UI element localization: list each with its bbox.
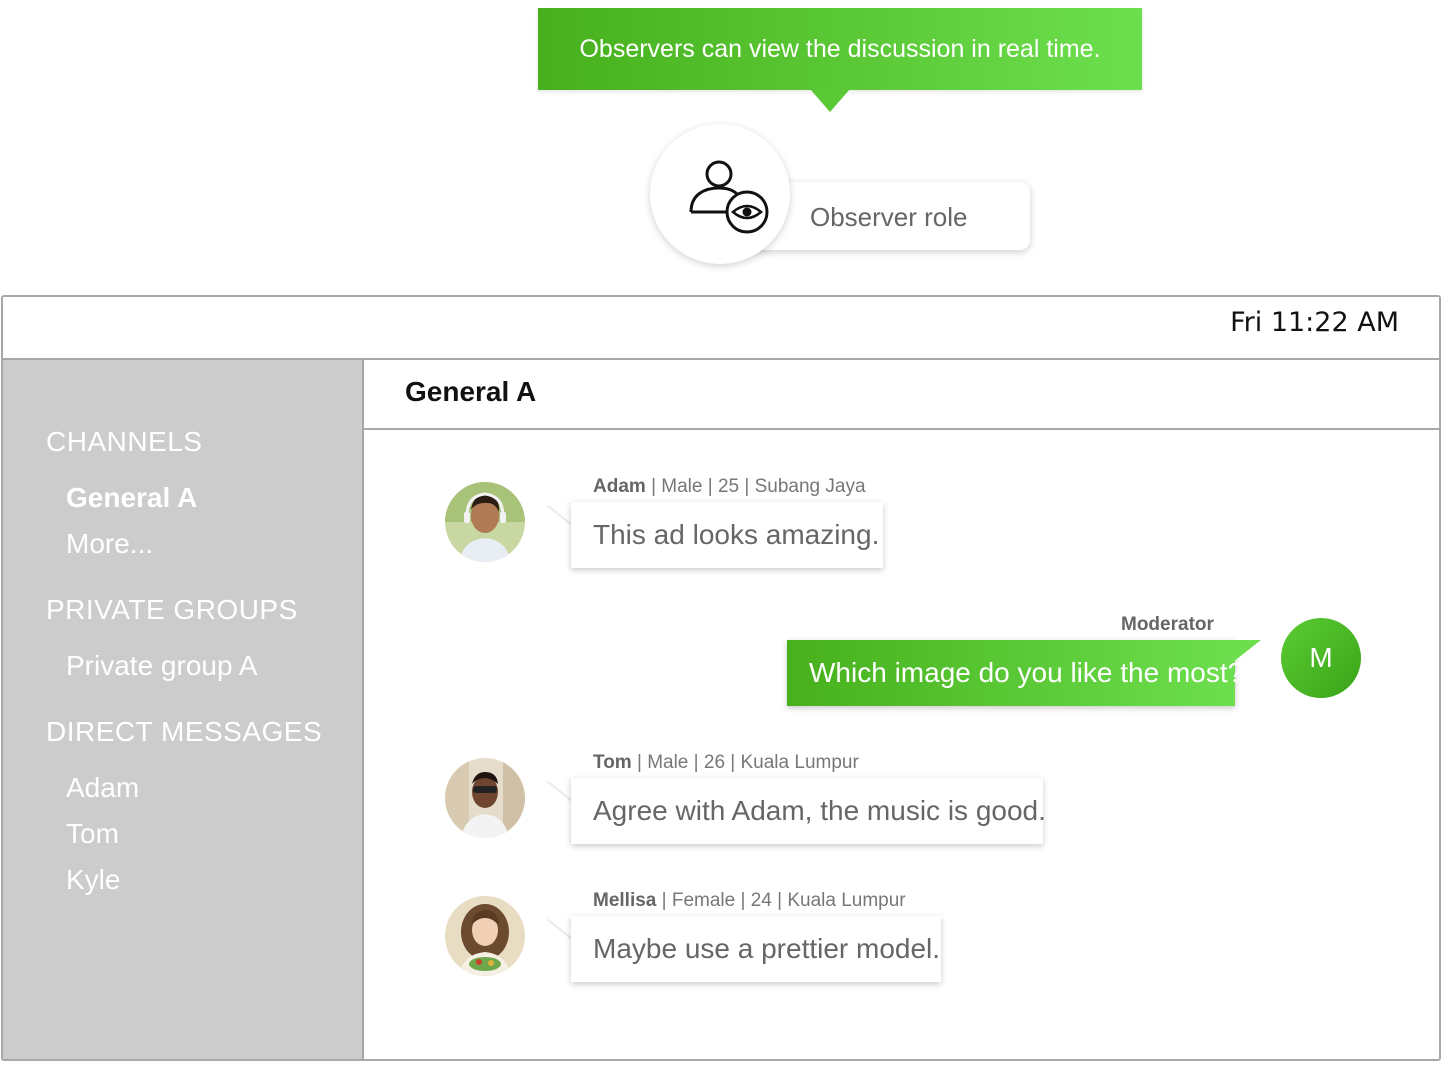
- avatar-moderator[interactable]: M: [1281, 618, 1361, 698]
- avatar-letter: M: [1309, 642, 1333, 673]
- observer-role-label: Observer role: [810, 202, 968, 232]
- channel-title: General A: [405, 376, 537, 407]
- author-name: Adam: [593, 476, 646, 497]
- message-meta: Tom | Male | 26 | Kuala Lumpur: [593, 752, 859, 774]
- avatar-mellisa[interactable]: [445, 896, 525, 976]
- sidebar: CHANNELS General A More... PRIVATE GROUP…: [3, 360, 364, 1059]
- author-name: Tom: [593, 752, 632, 773]
- sidebar-item-adam[interactable]: Adam: [66, 772, 139, 804]
- message-text: This ad looks amazing.: [593, 519, 880, 550]
- message-bubble: Agree with Adam, the music is good.: [571, 778, 1046, 844]
- sidebar-item-more[interactable]: More...: [66, 528, 153, 560]
- direct-messages-heading: DIRECT MESSAGES: [46, 716, 323, 747]
- observer-eye-icon: [689, 160, 769, 234]
- avatar-adam[interactable]: [445, 482, 525, 562]
- message-meta: Adam | Male | 25 | Subang Jaya: [593, 476, 866, 498]
- message-text: Maybe use a prettier model.: [593, 933, 941, 964]
- moderator-bubble: Which image do you like the most?: [787, 640, 1243, 706]
- message-bubble: This ad looks amazing.: [571, 502, 883, 568]
- author-details: | Male | 26 | Kuala Lumpur: [631, 752, 859, 773]
- message-meta: Mellisa | Female | 24 | Kuala Lumpur: [593, 890, 906, 912]
- author-details: | Female | 24 | Kuala Lumpur: [656, 890, 906, 911]
- tooltip-text: Observers can view the discussion in rea…: [579, 34, 1101, 63]
- channel-header: General A: [364, 360, 1439, 430]
- chat-app-window: Fri 11:22 AM CHANNELS General A More... …: [1, 295, 1441, 1061]
- sidebar-item-kyle[interactable]: Kyle: [66, 864, 120, 896]
- channels-heading: CHANNELS: [46, 426, 203, 457]
- top-status-bar: Fri 11:22 AM: [3, 297, 1439, 360]
- clock: Fri 11:22 AM: [1230, 307, 1399, 338]
- private-groups-heading: PRIVATE GROUPS: [46, 594, 298, 625]
- tooltip-pointer: [810, 89, 850, 112]
- author-details: | Male | 25 | Subang Jaya: [645, 476, 866, 497]
- chat-panel: General A Adam | Male | 25 | Subang Jaya…: [364, 360, 1439, 1059]
- message-meta: Moderator: [1121, 614, 1214, 636]
- sidebar-item-private-group-a[interactable]: Private group A: [66, 650, 257, 682]
- sidebar-item-tom[interactable]: Tom: [66, 818, 119, 850]
- avatar-tom[interactable]: [445, 758, 525, 838]
- author-name: Moderator: [1121, 614, 1214, 635]
- message-text: Which image do you like the most?: [809, 657, 1244, 688]
- author-name: Mellisa: [593, 890, 657, 911]
- message-bubble: Maybe use a prettier model.: [571, 916, 941, 982]
- message-text: Agree with Adam, the music is good.: [593, 795, 1046, 826]
- bubble-tail: [1233, 640, 1261, 662]
- sidebar-item-general-a[interactable]: General A: [66, 482, 197, 514]
- observer-tooltip: Observers can view the discussion in rea…: [538, 8, 1142, 90]
